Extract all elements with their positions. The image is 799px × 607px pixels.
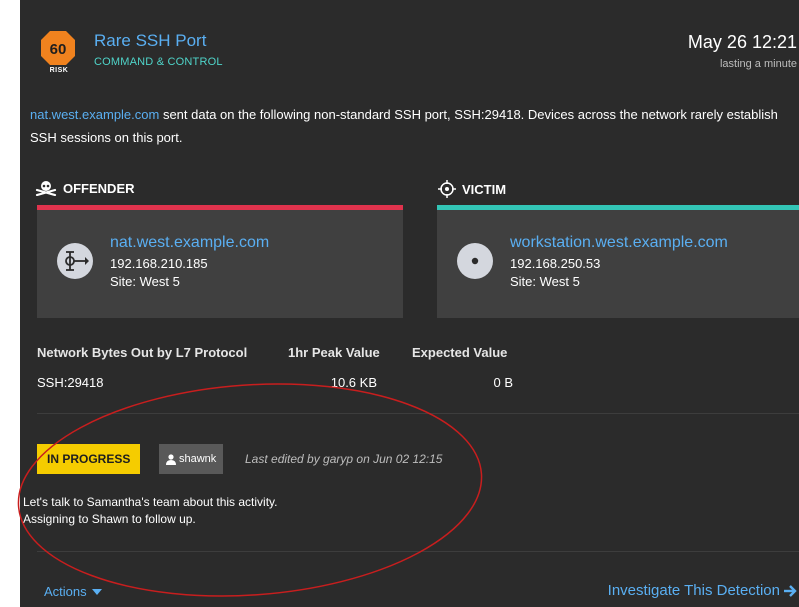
tracking-note: Let's talk to Samantha's team about this… (23, 494, 277, 528)
assignee-name: shawnk (179, 453, 217, 465)
offender-device-site: Site: West 5 (110, 274, 180, 289)
footer-divider (37, 551, 799, 552)
assignee-badge[interactable]: shawnk (159, 444, 224, 474)
detection-date: May 26 12:21 (687, 32, 797, 52)
metric-peak-value: 10.6 KB (330, 375, 377, 390)
metric-expected-value: 0 B (493, 375, 513, 390)
metric-header-expected: Expected Value (412, 345, 508, 360)
investigate-detection-link[interactable]: Investigate This Detection (608, 582, 797, 599)
metric-protocol-value: SSH:29418 (37, 375, 104, 390)
status-badge[interactable]: IN PROGRESS (37, 444, 141, 474)
detection-title[interactable]: Rare SSH Port (94, 31, 206, 51)
victim-heading-label: VICTIM (462, 181, 507, 197)
note-line: Let's talk to Samantha's team about this… (23, 495, 278, 509)
victim-device-ip: 192.168.250.53 (510, 256, 601, 271)
detection-category[interactable]: COMMAND & CONTROL (94, 56, 223, 68)
offender-device-ip: 192.168.210.185 (110, 256, 208, 271)
description-device-link[interactable]: nat.west.example.com (30, 107, 159, 122)
detection-description: nat.west.example.com sent data on the fo… (30, 103, 790, 149)
skull-crossbones-icon (35, 181, 57, 196)
risk-score-badge: 60 (41, 31, 75, 65)
victim-device-site: Site: West 5 (510, 274, 580, 289)
user-icon (166, 453, 176, 465)
risk-label: RISK (49, 67, 69, 74)
detection-card: 60 RISK Rare SSH Port COMMAND & CONTROL … (20, 0, 799, 607)
section-divider (37, 413, 799, 414)
caret-down-icon (91, 588, 102, 595)
gateway-device-icon (57, 243, 93, 279)
investigate-label: Investigate This Detection (607, 582, 780, 599)
note-line: Assigning to Shawn to follow up. (23, 512, 196, 526)
offender-heading-label: OFFENDER (63, 180, 135, 196)
victim-device-name[interactable]: workstation.west.example.com (510, 234, 728, 252)
offender-heading: OFFENDER (35, 180, 135, 196)
actions-label: Actions (44, 584, 87, 599)
last-edited-text: Last edited by garyp on Jun 02 12:15 (245, 452, 443, 466)
arrow-right-icon (784, 584, 797, 597)
risk-score-value: 60 (50, 41, 67, 58)
target-icon (438, 180, 456, 198)
offender-device-name[interactable]: nat.west.example.com (110, 234, 269, 252)
victim-heading: VICTIM (438, 180, 506, 198)
detection-duration: lasting a minute (719, 58, 797, 70)
victim-device-card[interactable]: workstation.west.example.com 192.168.250… (437, 210, 799, 318)
metric-header-protocol: Network Bytes Out by L7 Protocol (37, 345, 248, 360)
actions-menu-button[interactable]: Actions (44, 584, 102, 599)
endpoint-device-icon (457, 243, 493, 279)
metric-header-peak: 1hr Peak Value (288, 345, 380, 360)
offender-device-card[interactable]: nat.west.example.com 192.168.210.185 Sit… (37, 210, 403, 318)
